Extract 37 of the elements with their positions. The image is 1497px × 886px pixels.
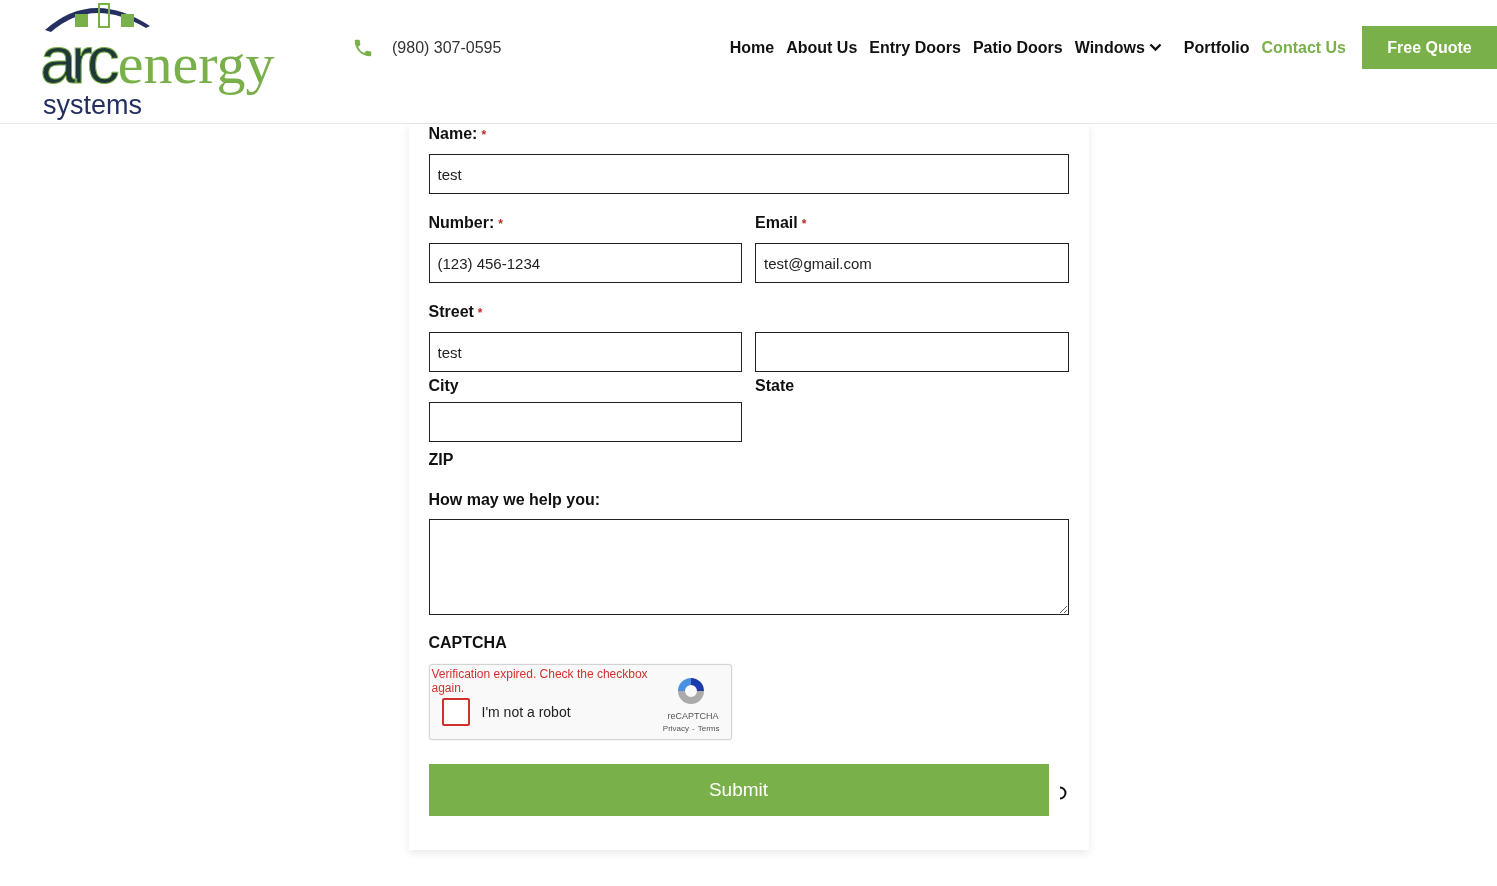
required-mark: * bbox=[498, 217, 503, 231]
field-label: Name: * bbox=[428, 124, 488, 144]
field-label: Email * bbox=[755, 213, 808, 233]
name-field[interactable]: test bbox=[428, 154, 1069, 194]
street-field[interactable]: test bbox=[428, 332, 742, 372]
logo-text: energy bbox=[117, 35, 275, 94]
phone-number[interactable]: (980) 307-0595 bbox=[392, 38, 502, 57]
number-field[interactable]: (123) 456-1234 bbox=[428, 243, 742, 283]
terms-link[interactable]: Terms bbox=[697, 724, 720, 733]
field-label: CAPTCHA bbox=[428, 633, 508, 653]
checkbox-label: I'm not a robot bbox=[481, 704, 571, 720]
field-label: Number: * bbox=[428, 213, 504, 233]
nav-link[interactable]: Patio Doors bbox=[972, 38, 1063, 57]
nav-link[interactable]: About Us bbox=[786, 38, 858, 57]
recaptcha-brand: reCAPTCHA bbox=[667, 711, 719, 721]
field-label: City bbox=[428, 376, 460, 396]
nav-link[interactable]: Portfolio bbox=[1183, 38, 1250, 57]
city-field[interactable] bbox=[428, 402, 742, 442]
nav-link[interactable]: Entry Doors bbox=[869, 38, 961, 57]
privacy-link[interactable]: Privacy bbox=[662, 724, 690, 733]
message-field[interactable] bbox=[428, 519, 1069, 615]
field-label: ZIP bbox=[428, 450, 455, 470]
error-message: Verification expired. Check the checkbox again. bbox=[431, 667, 649, 695]
street-line-field[interactable] bbox=[755, 332, 1069, 372]
checkbox[interactable] bbox=[441, 698, 470, 726]
logo-text: arc bbox=[40, 27, 114, 94]
field-label: State bbox=[755, 376, 796, 396]
field-label: How may we help you: bbox=[428, 490, 602, 510]
required-mark: * bbox=[477, 306, 483, 320]
field-label: Street * bbox=[428, 302, 484, 322]
required-mark: * bbox=[801, 217, 807, 231]
required-mark: * bbox=[481, 128, 487, 142]
nav-link[interactable]: Windows bbox=[1074, 38, 1162, 57]
email-field[interactable]: test@gmail.com bbox=[755, 243, 1069, 283]
nav-link[interactable]: Home bbox=[729, 38, 775, 57]
separator: - bbox=[692, 724, 695, 733]
logo-tagline: systems bbox=[43, 93, 142, 118]
